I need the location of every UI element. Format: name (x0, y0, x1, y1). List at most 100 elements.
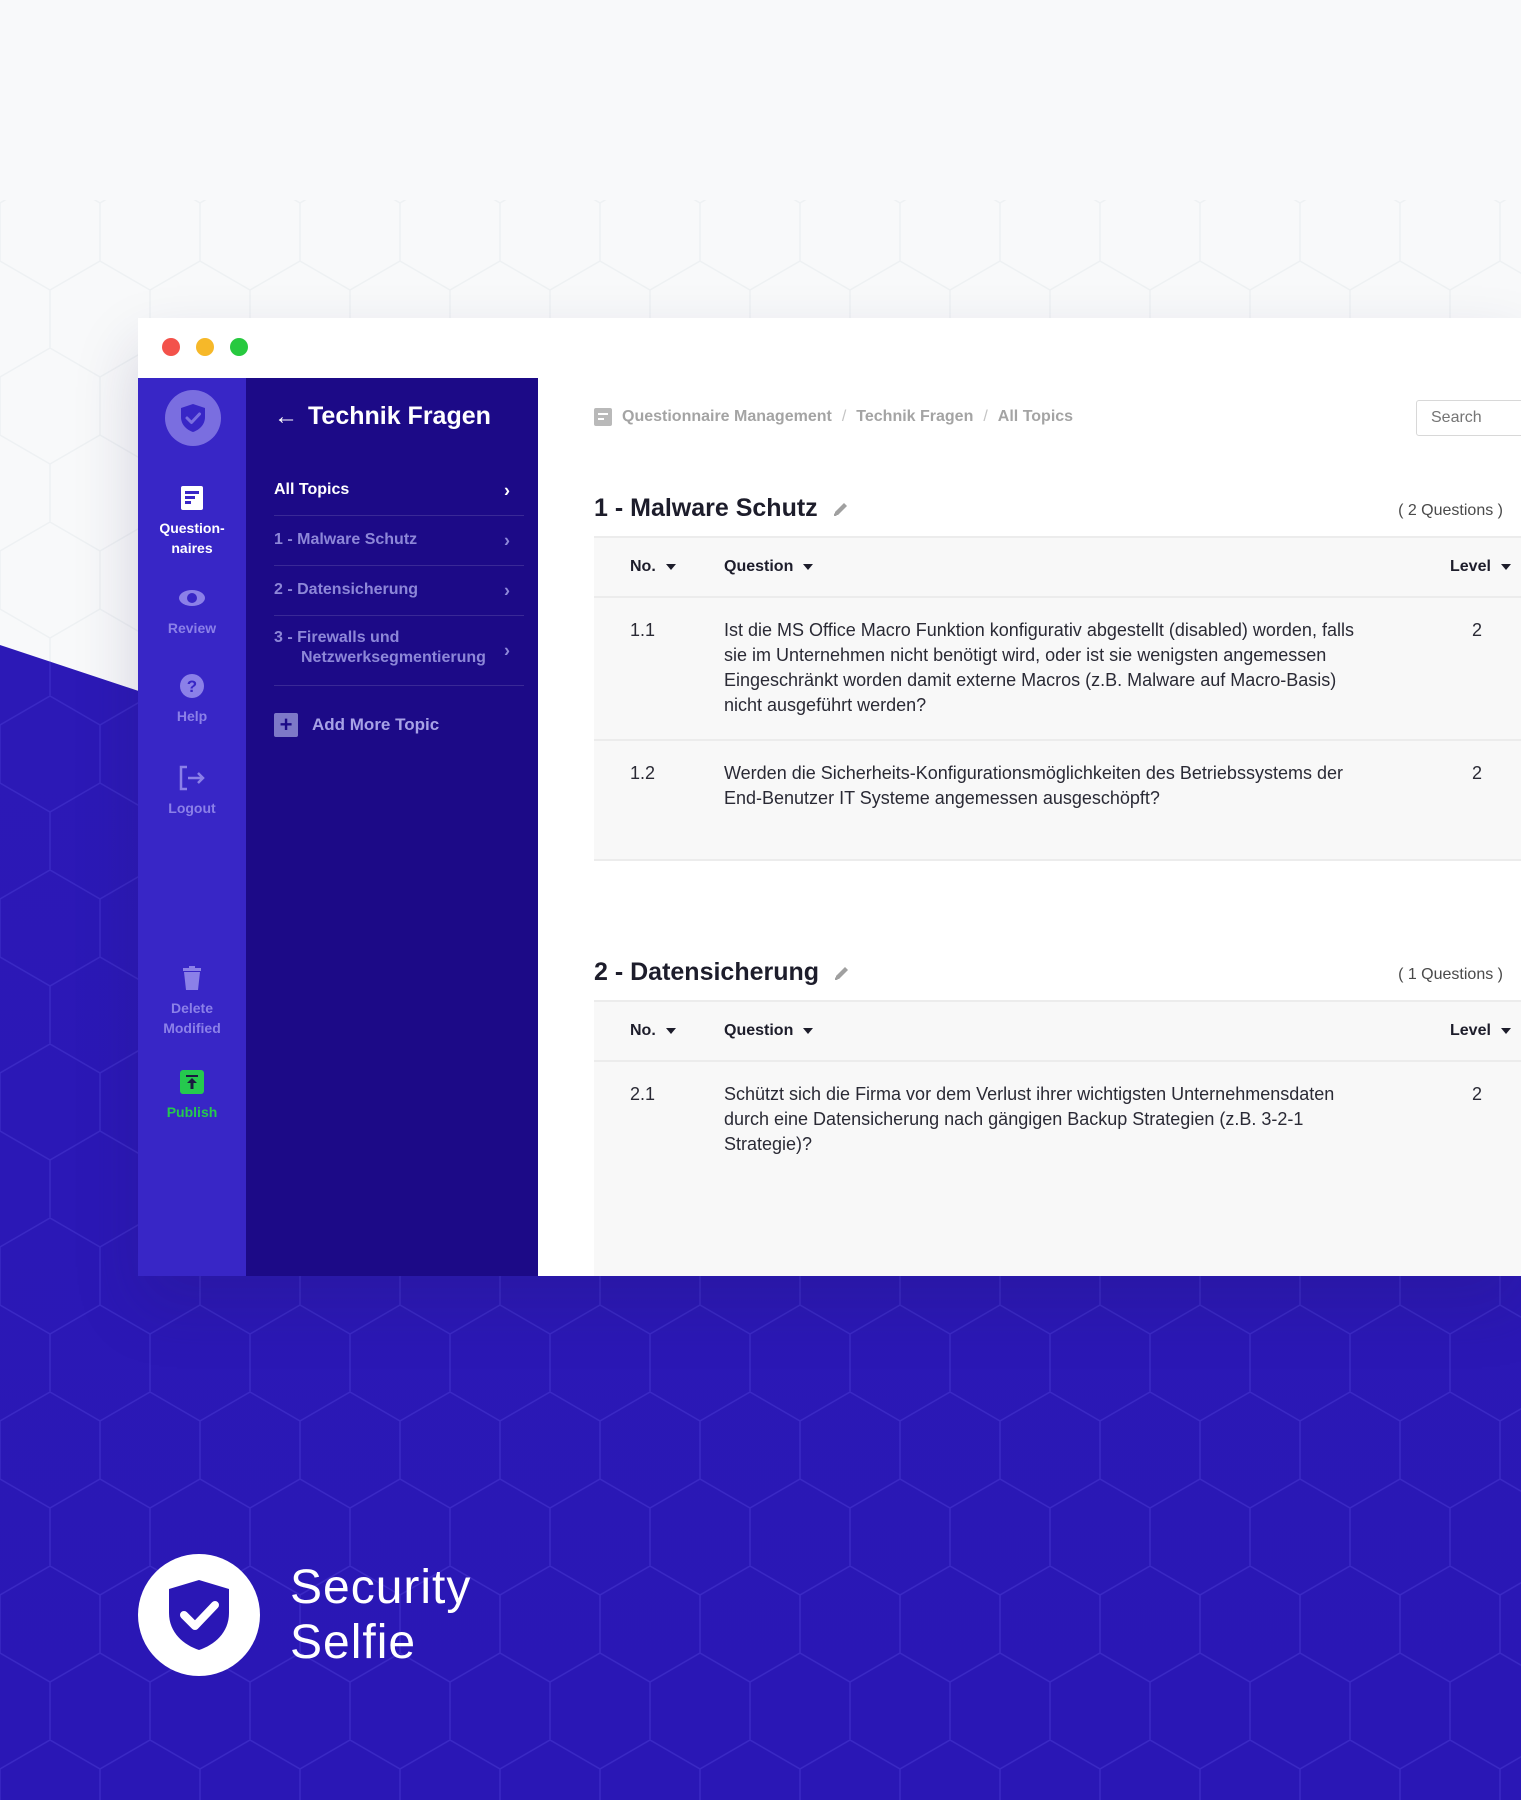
chevron-right-icon: › (504, 530, 510, 550)
topic-label: 2 - Datensicherung (274, 581, 419, 598)
chevron-right-icon: › (504, 640, 510, 660)
rail-label-delete-modified: Delete Modified (163, 1000, 221, 1036)
main-content: Questionnaire Management / Technik Frage… (538, 378, 1521, 1276)
header-level: Level (1450, 558, 1491, 575)
header-question: Question (724, 1022, 794, 1039)
breadcrumb-item-questionnaire-management[interactable]: Questionnaire Management (622, 408, 832, 426)
rail-label-logout: Logout (168, 800, 216, 816)
breadcrumb-separator: / (983, 408, 988, 425)
rail-label-questionnaires: Question- naires (159, 520, 225, 556)
questions-table: No. Question Level 1.1 Ist die MS Office… (594, 536, 1521, 861)
breadcrumb-separator: / (841, 408, 847, 425)
topic-label: All Topics (274, 481, 350, 498)
question-count: ( 2 Questions ) (1398, 502, 1503, 519)
questionnaires-icon (181, 486, 203, 510)
add-topic-label: Add More Topic (312, 715, 440, 734)
question-number: 1.2 (630, 763, 656, 783)
rail-label-review: Review (167, 620, 217, 636)
question-level: 2 (1472, 763, 1483, 783)
header-question: Question (724, 558, 794, 575)
rail-item-questionnaires[interactable]: Question- naires (138, 484, 246, 558)
rail-item-help[interactable]: ? Help (138, 672, 246, 726)
sort-by-number[interactable]: No. (630, 1002, 676, 1060)
shield-check-icon (169, 1580, 229, 1650)
sort-caret-icon (665, 1027, 676, 1034)
minimize-window-button[interactable] (196, 338, 214, 356)
table-row[interactable]: 1.2 Werden die Sicherheits-Konfiguration… (594, 741, 1521, 861)
app-window: Question- naires Review ? Help Logout De… (138, 318, 1521, 1276)
topics-header[interactable]: ← Technik Fragen (274, 402, 491, 431)
topic-label: 3 - Firewalls und Netzwerksegmentierung (274, 629, 486, 666)
document-icon (594, 408, 612, 426)
logout-icon (179, 765, 205, 791)
topic-malware-schutz[interactable]: 1 - Malware Schutz › (274, 516, 524, 566)
brand-name: Security Selfie (290, 1560, 471, 1670)
topics-panel: ← Technik Fragen All Topics › 1 - Malware… (246, 378, 538, 1276)
sort-by-level[interactable]: Level (1450, 538, 1511, 596)
table-header: No. Question Level (594, 536, 1521, 598)
plus-icon: + (274, 713, 298, 737)
section-title-text: 1 - Malware Schutz (594, 494, 818, 522)
questions-table: No. Question Level 2.1 Schützt sich die … (594, 1000, 1521, 1276)
security-selfie-logo (138, 1554, 260, 1676)
question-level: 2 (1472, 1084, 1483, 1104)
header-no: No. (630, 558, 656, 575)
section-title-text: 2 - Datensicherung (594, 958, 820, 986)
shield-logo-icon[interactable] (165, 390, 221, 446)
topic-label: 1 - Malware Schutz (274, 531, 418, 548)
window-titlebar (138, 318, 1521, 378)
table-header: No. Question Level (594, 1000, 1521, 1062)
topic-all-topics[interactable]: All Topics › (274, 466, 524, 516)
sort-by-question[interactable]: Question (724, 1002, 814, 1060)
pencil-edit-icon[interactable] (833, 964, 851, 982)
rail-item-delete-modified[interactable]: Delete Modified (138, 964, 246, 1038)
table-row[interactable]: 2.1 Schützt sich die Firma vor dem Verlu… (594, 1062, 1521, 1262)
sort-by-number[interactable]: No. (630, 538, 676, 596)
rail-label-help: Help (176, 708, 208, 724)
sort-caret-icon (803, 563, 814, 570)
question-count: ( 1 Questions ) (1398, 966, 1503, 983)
header-no: No. (630, 1022, 656, 1039)
topics-title: Technik Fragen (308, 402, 491, 430)
topic-firewalls[interactable]: 3 - Firewalls und Netzwerksegmentierung … (274, 616, 524, 686)
search-input[interactable] (1416, 400, 1521, 436)
sort-caret-icon (1500, 1027, 1511, 1034)
brand-name-line1: Security (290, 1561, 472, 1614)
rail-item-review[interactable]: Review (138, 584, 246, 638)
breadcrumb: Questionnaire Management / Technik Frage… (594, 408, 1073, 426)
sort-caret-icon (1500, 563, 1511, 570)
add-more-topic-button[interactable]: + Add More Topic (274, 713, 439, 737)
question-number: 2.1 (630, 1084, 656, 1104)
rail-item-publish[interactable]: Publish (138, 1068, 246, 1122)
rail-label-publish: Publish (166, 1104, 218, 1120)
question-text: Werden die Sicherheits-Konfigurationsmög… (724, 763, 1343, 808)
topic-datensicherung[interactable]: 2 - Datensicherung › (274, 566, 524, 616)
close-window-button[interactable] (162, 338, 180, 356)
trash-icon (183, 966, 201, 990)
icon-rail: Question- naires Review ? Help Logout De… (138, 378, 246, 1276)
sort-caret-icon (803, 1027, 814, 1034)
question-level: 2 (1472, 620, 1483, 640)
table-row[interactable]: 1.1 Ist die MS Office Macro Funktion kon… (594, 598, 1521, 741)
chevron-right-icon: › (504, 580, 510, 600)
section-title-datensicherung: 2 - Datensicherung (594, 958, 851, 987)
sort-caret-icon (665, 563, 676, 570)
question-text: Schützt sich die Firma vor dem Verlust i… (724, 1084, 1335, 1154)
sort-by-level[interactable]: Level (1450, 1002, 1511, 1060)
pencil-edit-icon[interactable] (832, 500, 850, 518)
section-title-malware-schutz: 1 - Malware Schutz (594, 494, 850, 523)
breadcrumb-item-technik-fragen[interactable]: Technik Fragen (856, 408, 973, 426)
question-number: 1.1 (630, 620, 656, 640)
chevron-right-icon: › (504, 480, 510, 500)
publish-icon (180, 1070, 204, 1094)
svg-text:?: ? (187, 677, 197, 696)
maximize-window-button[interactable] (230, 338, 248, 356)
question-text: Ist die MS Office Macro Funktion konfigu… (724, 620, 1354, 715)
rail-item-logout[interactable]: Logout (138, 764, 246, 818)
breadcrumb-item-all-topics[interactable]: All Topics (998, 408, 1073, 426)
header-level: Level (1450, 1022, 1491, 1039)
sort-by-question[interactable]: Question (724, 538, 814, 596)
brand-name-line2: Selfie (290, 1616, 417, 1669)
eye-icon (179, 590, 205, 606)
back-arrow-icon[interactable]: ← (274, 403, 298, 430)
